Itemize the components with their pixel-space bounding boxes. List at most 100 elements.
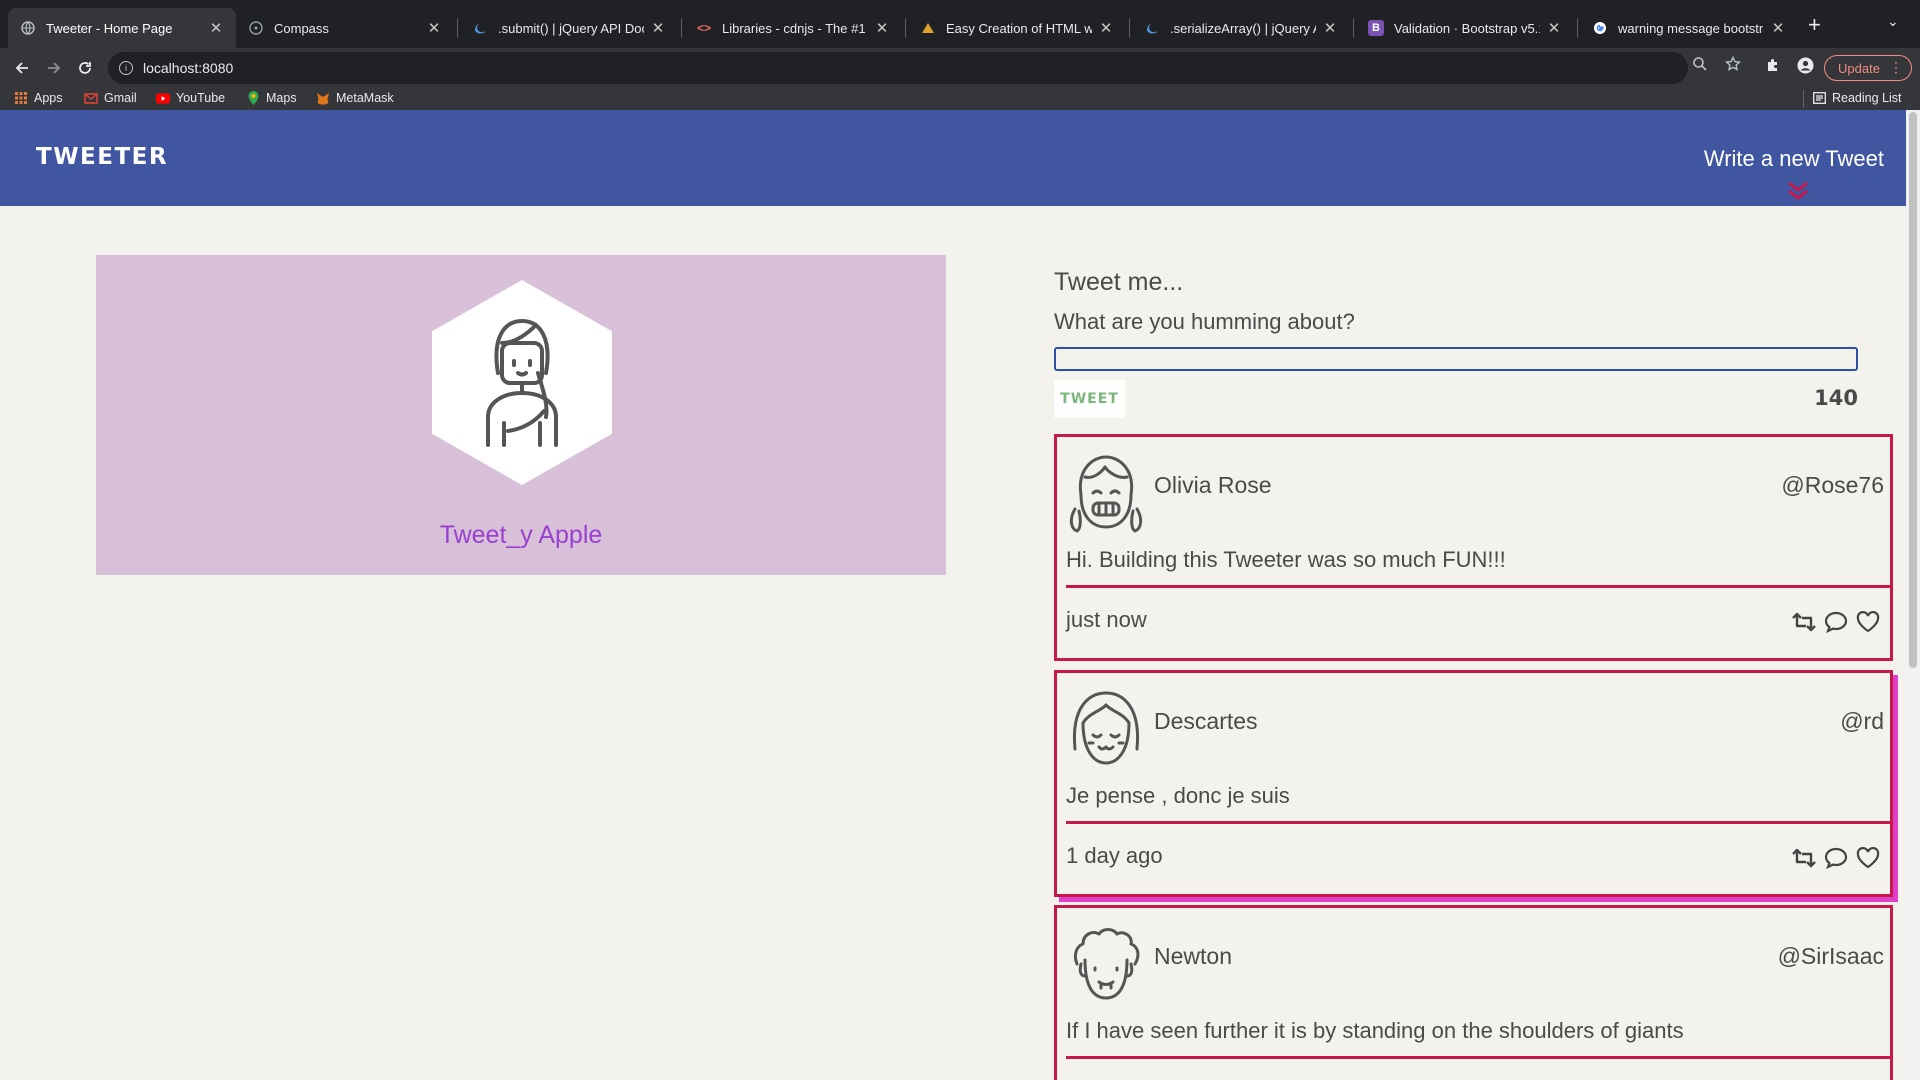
bootstrap-icon: B xyxy=(1368,20,1384,36)
tab-divider xyxy=(905,18,906,38)
tweet-divider xyxy=(1066,1056,1891,1059)
google-icon xyxy=(1592,20,1608,36)
tab-title: Tweeter - Home Page xyxy=(46,20,173,36)
retweet-icon[interactable] xyxy=(1790,609,1818,635)
tab-bootstrap-validation[interactable]: B Validation · Bootstrap v5.1 ✕ xyxy=(1356,8,1574,48)
girl-grin-avatar-icon xyxy=(1069,455,1143,533)
close-icon[interactable]: ✕ xyxy=(426,19,442,37)
globe-icon xyxy=(20,20,36,36)
tab-jquery-submit[interactable]: .submit() | jQuery API Documentation ✕ xyxy=(460,8,678,48)
youtube-icon xyxy=(156,91,170,105)
extensions-puzzle-icon[interactable] xyxy=(1765,57,1781,77)
reading-list-icon xyxy=(1812,91,1826,105)
retweet-icon[interactable] xyxy=(1790,845,1818,871)
tweet-text-input[interactable] xyxy=(1054,347,1858,371)
chevron-down-icon[interactable]: ⌄ xyxy=(1887,14,1899,30)
update-button-label: Update xyxy=(1838,60,1880,76)
bookmark-maps[interactable]: Maps xyxy=(246,91,297,105)
tab-divider xyxy=(681,18,682,38)
bookmark-label: MetaMask xyxy=(336,91,394,105)
page-viewport: TWEETER Write a new Tweet Tweet_y Apple … xyxy=(0,110,1906,1080)
tweet-author-name: Olivia Rose xyxy=(1154,472,1272,498)
profile-avatar-icon[interactable] xyxy=(1797,57,1814,78)
tweet-timestamp: just now xyxy=(1066,607,1147,632)
bookmark-metamask[interactable]: MetaMask xyxy=(316,91,394,105)
tab-divider xyxy=(1353,18,1354,38)
site-info-icon[interactable]: i xyxy=(119,61,133,75)
scrollbar-thumb[interactable] xyxy=(1909,112,1917,668)
bookmark-youtube[interactable]: YouTube xyxy=(156,91,225,105)
tweet-card: Newton @SirIsaac If I have seen further … xyxy=(1054,905,1893,1080)
tweet-card: Descartes @rd Je pense , donc je suis 1 … xyxy=(1054,670,1893,897)
tab-cdnjs[interactable]: <> Libraries - cdnjs - The #1 free ✕ xyxy=(684,8,902,48)
curly-hair-avatar-icon xyxy=(1073,928,1140,1000)
close-icon[interactable]: ✕ xyxy=(650,19,666,37)
comment-icon[interactable] xyxy=(1822,609,1850,635)
bookmark-label: YouTube xyxy=(176,91,226,105)
update-button[interactable]: Update ⋮ xyxy=(1824,55,1912,81)
profile-card: Tweet_y Apple xyxy=(96,255,946,575)
close-icon[interactable]: ✕ xyxy=(1546,19,1562,37)
close-icon[interactable]: ✕ xyxy=(1098,19,1114,37)
tweet-divider xyxy=(1066,821,1891,824)
tab-title: Easy Creation of HTML with xyxy=(946,20,1092,36)
back-arrow-icon[interactable] xyxy=(8,54,36,82)
profile-username: Tweet_y Apple xyxy=(439,521,603,549)
address-bar[interactable]: i localhost:8080 xyxy=(108,52,1688,84)
page-scrollbar[interactable] xyxy=(1906,110,1920,1080)
reload-icon[interactable] xyxy=(71,54,99,82)
metamask-fox-icon xyxy=(316,91,330,105)
heart-icon[interactable] xyxy=(1854,609,1882,635)
close-icon[interactable]: ✕ xyxy=(1322,19,1338,37)
pyramid-icon xyxy=(920,20,936,36)
gmail-icon xyxy=(84,91,98,105)
bookmark-gmail[interactable]: Gmail xyxy=(84,91,137,105)
close-icon[interactable]: ✕ xyxy=(208,19,224,37)
new-tab-plus-icon[interactable]: + xyxy=(1808,12,1821,38)
code-icon: <> xyxy=(696,21,711,35)
top-navbar: TWEETER Write a new Tweet xyxy=(0,110,1906,206)
reading-list-button[interactable]: Reading List xyxy=(1812,91,1902,105)
double-chevron-down-icon[interactable] xyxy=(1784,180,1812,202)
reading-list-label: Reading List xyxy=(1832,91,1902,105)
tweet-author-handle: @rd xyxy=(1840,708,1884,734)
character-counter: 140 xyxy=(1814,386,1858,410)
browser-toolbar: i localhost:8080 Update ⋮ xyxy=(0,48,1920,88)
tab-title: Compass xyxy=(274,20,329,36)
tab-tweeter-home[interactable]: Tweeter - Home Page ✕ xyxy=(8,8,236,48)
bookmark-apps[interactable]: Apps xyxy=(14,91,63,105)
browser-tab-strip: Tweeter - Home Page ✕ Compass ✕ .submit(… xyxy=(0,0,1920,48)
kebab-menu-icon[interactable]: ⋮ xyxy=(1889,59,1903,76)
tweet-text: Hi. Building this Tweeter was so much FU… xyxy=(1066,547,1506,572)
write-new-tweet-link[interactable]: Write a new Tweet xyxy=(1704,146,1884,172)
tweet-actions xyxy=(1790,845,1882,871)
bookmark-star-icon[interactable] xyxy=(1724,55,1742,76)
tab-compass[interactable]: Compass ✕ xyxy=(236,8,454,48)
bookmark-label: Apps xyxy=(34,91,63,105)
tab-divider xyxy=(1129,18,1130,38)
bookmark-label: Maps xyxy=(266,91,297,105)
tweet-card: Olivia Rose @Rose76 Hi. Building this Tw… xyxy=(1054,434,1893,661)
tab-title: Validation · Bootstrap v5.1 xyxy=(1394,20,1540,36)
tab-title: warning message bootstrap xyxy=(1618,20,1764,36)
tab-warning-message[interactable]: warning message bootstrap ✕ xyxy=(1580,8,1798,48)
close-icon[interactable]: ✕ xyxy=(874,19,890,37)
tweet-actions xyxy=(1790,609,1882,635)
composer-heading: Tweet me... xyxy=(1054,268,1184,296)
forward-arrow-icon[interactable] xyxy=(40,54,68,82)
close-icon[interactable]: ✕ xyxy=(1770,19,1786,37)
tweet-submit-button[interactable]: TWEET xyxy=(1054,380,1125,418)
heart-icon[interactable] xyxy=(1854,845,1882,871)
tab-easy-creation[interactable]: Easy Creation of HTML with ✕ xyxy=(908,8,1126,48)
tweet-author-name: Descartes xyxy=(1154,708,1258,734)
comment-icon[interactable] xyxy=(1822,845,1850,871)
tweet-divider xyxy=(1066,585,1891,588)
tweet-author-handle: @Rose76 xyxy=(1781,472,1884,498)
tab-title: Libraries - cdnjs - The #1 free xyxy=(722,20,868,36)
brand-logo[interactable]: TWEETER xyxy=(36,144,168,170)
tab-title: .submit() | jQuery API Documentation xyxy=(498,20,644,36)
bookmarks-divider xyxy=(1803,90,1804,108)
tab-serialize-array[interactable]: .serializeArray() | jQuery API ✕ xyxy=(1132,8,1350,48)
zoom-search-icon[interactable] xyxy=(1692,56,1708,76)
tweet-text: If I have seen further it is by standing… xyxy=(1066,1018,1684,1043)
